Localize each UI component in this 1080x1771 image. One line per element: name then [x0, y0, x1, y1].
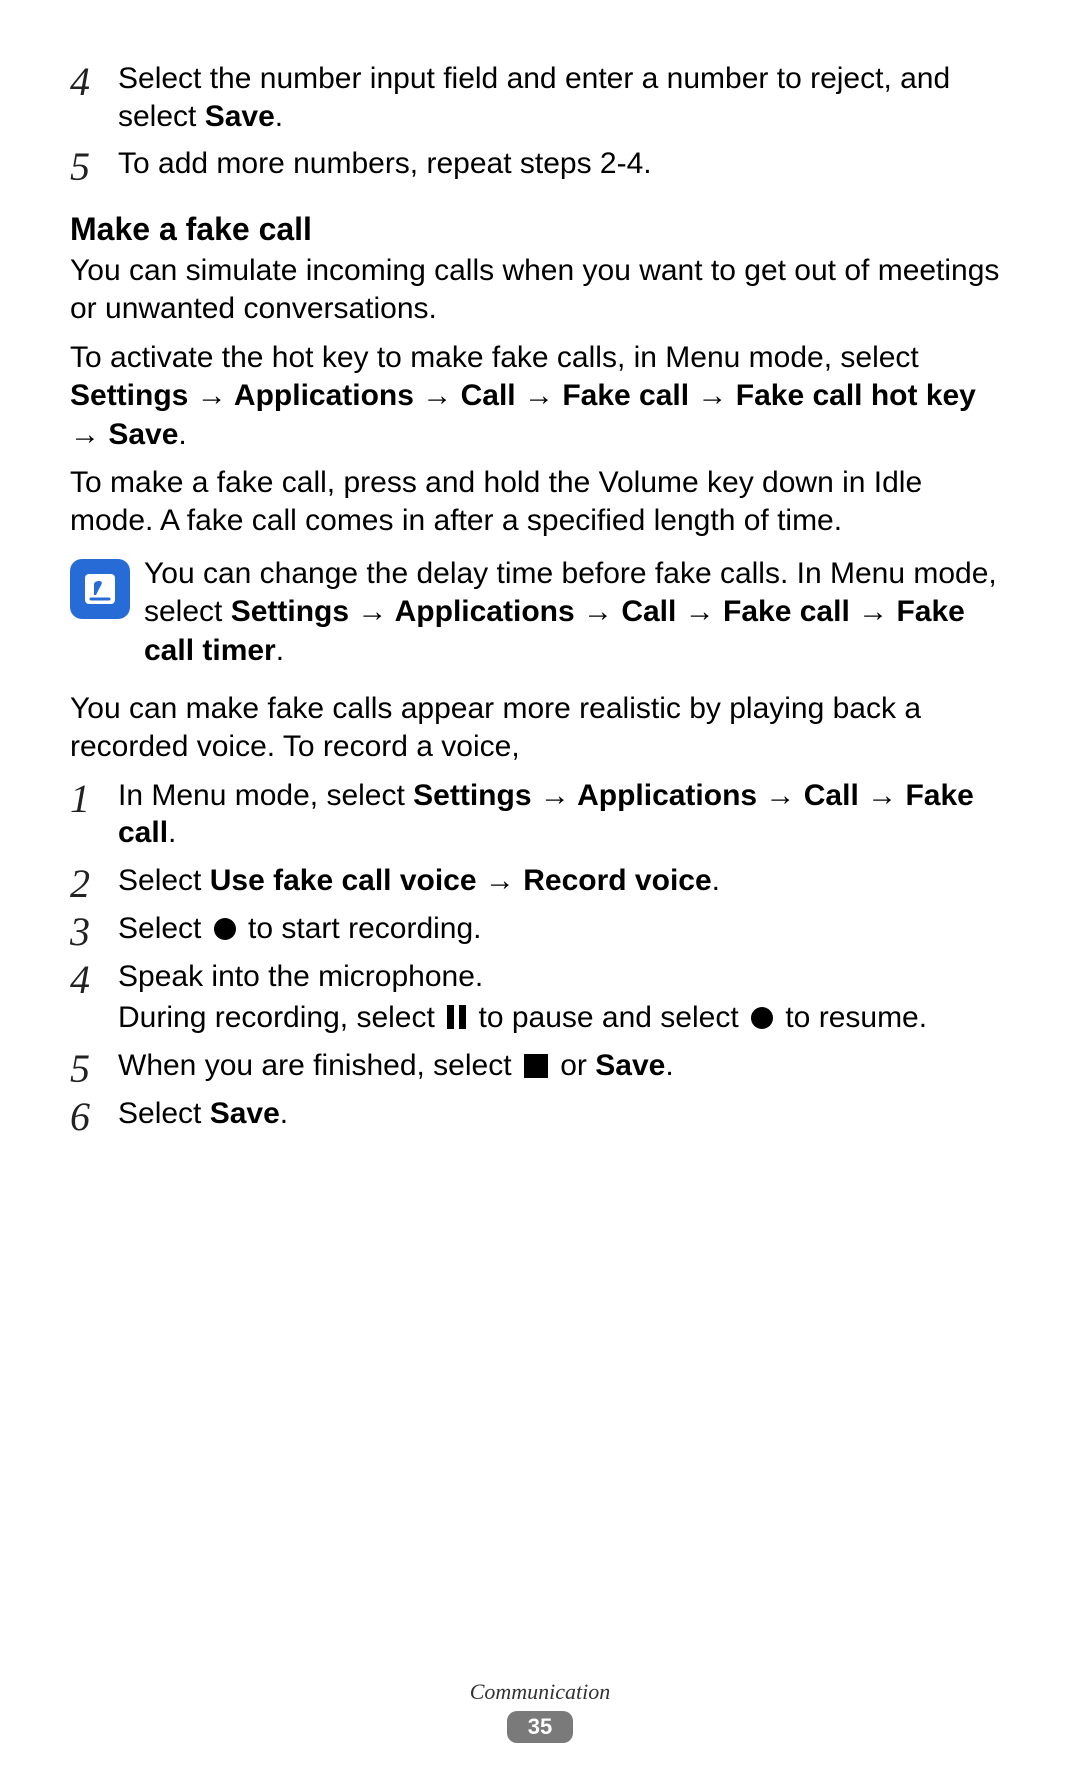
- bold-text: →: [575, 595, 622, 628]
- footer-section-label: Communication: [0, 1679, 1080, 1705]
- numbered-steps-list: 1In Menu mode, select Settings → Applica…: [70, 777, 1010, 1137]
- step-number: 4: [70, 60, 118, 102]
- pause-icon: [447, 1001, 466, 1025]
- step-body: When you are finished, select or Save.: [118, 1047, 1010, 1089]
- note-callout: You can change the delay time before fak…: [70, 555, 1010, 670]
- step-number: 6: [70, 1095, 118, 1137]
- step-body: Select the number input field and enter …: [118, 60, 1010, 139]
- bold-text: Use fake call voice: [210, 864, 477, 897]
- bold-text: Call: [804, 779, 859, 812]
- bold-text: →: [689, 379, 736, 412]
- bold-text: Settings: [413, 779, 531, 812]
- bold-text: →: [532, 779, 578, 812]
- bold-text: →: [859, 779, 906, 812]
- bold-text: Fake call hot key: [736, 379, 976, 412]
- list-item: 5To add more numbers, repeat steps 2-4.: [70, 145, 1010, 187]
- step-number: 1: [70, 777, 118, 819]
- step-paragraph: Select Use fake call voice → Record voic…: [118, 862, 1010, 900]
- step-paragraph: Select Save.: [118, 1095, 1010, 1133]
- section-heading: Make a fake call: [70, 211, 1010, 248]
- bold-text: Applications: [234, 379, 414, 412]
- bold-text: Settings: [231, 595, 349, 628]
- list-item: 5When you are finished, select or Save.: [70, 1047, 1010, 1089]
- page: 4Select the number input field and enter…: [0, 0, 1080, 1771]
- step-body: Select Use fake call voice → Record voic…: [118, 862, 1010, 904]
- bold-text: →: [414, 379, 461, 412]
- bold-text: Save: [205, 100, 275, 133]
- bold-text: Save: [595, 1049, 665, 1082]
- step-paragraph: Speak into the microphone.: [118, 958, 1010, 996]
- list-item: 4Speak into the microphone.During record…: [70, 958, 1010, 1041]
- bold-text: Call: [621, 595, 676, 628]
- bold-text: →: [757, 779, 804, 812]
- paragraph: You can simulate incoming calls when you…: [70, 252, 1010, 329]
- list-item: 3Select to start recording.: [70, 910, 1010, 952]
- step-paragraph: Select the number input field and enter …: [118, 60, 1010, 135]
- bold-text: →: [349, 595, 395, 628]
- paragraph: You can make fake calls appear more real…: [70, 690, 1010, 767]
- page-footer: Communication 35: [0, 1679, 1080, 1743]
- step-paragraph: To add more numbers, repeat steps 2-4.: [118, 145, 1010, 183]
- bold-text: Applications: [395, 595, 575, 628]
- section-paragraphs: You can simulate incoming calls when you…: [70, 252, 1010, 541]
- step-paragraph: In Menu mode, select Settings → Applicat…: [118, 777, 1010, 852]
- list-item: 1In Menu mode, select Settings → Applica…: [70, 777, 1010, 856]
- step-body: To add more numbers, repeat steps 2-4.: [118, 145, 1010, 187]
- bold-text: →: [676, 595, 723, 628]
- bold-text: Settings: [70, 379, 188, 412]
- bold-text: Fake call: [562, 379, 689, 412]
- bold-text: →: [188, 379, 234, 412]
- bold-text: Call: [461, 379, 516, 412]
- bold-text: →: [70, 418, 108, 451]
- step-paragraph: Select to start recording.: [118, 910, 1010, 948]
- list-item: 6Select Save.: [70, 1095, 1010, 1137]
- continued-steps-list: 4Select the number input field and enter…: [70, 60, 1010, 187]
- step-body: In Menu mode, select Settings → Applicat…: [118, 777, 1010, 856]
- list-item: 4Select the number input field and enter…: [70, 60, 1010, 139]
- bold-text: →: [516, 379, 563, 412]
- record-icon: [751, 1007, 773, 1029]
- step-body: Select to start recording.: [118, 910, 1010, 952]
- step-number: 4: [70, 958, 118, 1000]
- paragraph: To activate the hot key to make fake cal…: [70, 339, 1010, 454]
- step-paragraph: During recording, select to pause and se…: [118, 999, 1010, 1037]
- bold-text: Save: [210, 1097, 280, 1130]
- bold-text: →: [477, 864, 524, 897]
- step-number: 5: [70, 145, 118, 187]
- step-number: 2: [70, 862, 118, 904]
- step-number: 3: [70, 910, 118, 952]
- note-icon: [70, 559, 130, 619]
- bold-text: Applications: [577, 779, 757, 812]
- stop-icon: [524, 1054, 548, 1078]
- list-item: 2Select Use fake call voice → Record voi…: [70, 862, 1010, 904]
- paragraph: To make a fake call, press and hold the …: [70, 464, 1010, 541]
- step-number: 5: [70, 1047, 118, 1089]
- note-body: You can change the delay time before fak…: [144, 555, 1010, 670]
- step-paragraph: When you are finished, select or Save.: [118, 1047, 1010, 1085]
- bold-text: Save: [108, 418, 178, 451]
- step-body: Speak into the microphone.During recordi…: [118, 958, 1010, 1041]
- page-number-badge: 35: [507, 1711, 573, 1743]
- bold-text: Fake call: [723, 595, 850, 628]
- record-icon: [214, 918, 236, 940]
- bold-text: Record voice: [523, 864, 711, 897]
- bold-text: →: [850, 595, 897, 628]
- step-body: Select Save.: [118, 1095, 1010, 1137]
